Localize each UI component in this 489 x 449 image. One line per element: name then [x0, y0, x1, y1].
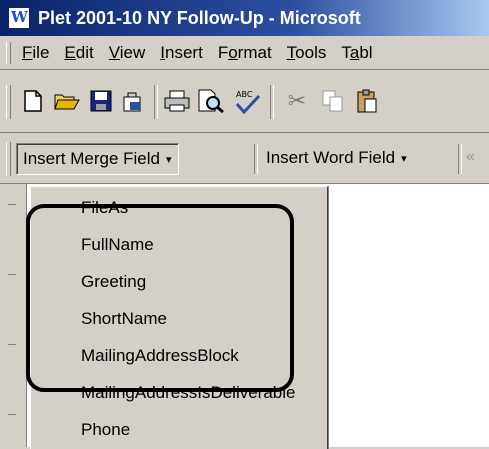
standard-toolbar: ABC ✂ — [0, 71, 489, 133]
permission-icon[interactable] — [118, 85, 148, 117]
mergebar-grip-handle[interactable] — [6, 142, 11, 176]
insert-merge-field-button[interactable]: Insert Merge Field ▾ — [16, 143, 179, 175]
title-bar: Plet 2001-10 NY Follow-Up - Microsoft — [0, 0, 489, 36]
merge-field-item-mailingaddressblock[interactable]: MailingAddressBlock — [31, 337, 327, 375]
toolbar-separator — [154, 85, 158, 119]
merge-field-dropdown: FileAs FullName Greeting ShortName Maili… — [30, 186, 328, 449]
menu-insert[interactable]: Insert — [160, 43, 203, 63]
save-icon[interactable] — [86, 85, 116, 117]
window-title: Plet 2001-10 NY Follow-Up - Microsoft — [38, 7, 361, 28]
toolbar-separator — [270, 85, 274, 119]
insert-merge-field-label: Insert Merge Field — [23, 149, 160, 168]
spelling-icon[interactable]: ABC — [232, 85, 262, 117]
menu-table[interactable]: Tabl — [341, 43, 372, 63]
mail-merge-toolbar: Insert Merge Field ▾ Insert Word Field ▾… — [0, 134, 489, 184]
menu-view[interactable]: View — [109, 43, 146, 63]
menu-file[interactable]: File — [22, 43, 49, 63]
merge-field-item-mailingaddressisdeliverable[interactable]: MailingAddressIsDeliverable — [31, 374, 327, 412]
chevron-down-icon: ▾ — [401, 152, 407, 165]
merge-field-item-fullname[interactable]: FullName — [31, 226, 327, 264]
cut-icon[interactable]: ✂ — [282, 85, 312, 117]
toolbar-grip-handle[interactable] — [6, 85, 11, 119]
paste-icon[interactable] — [352, 85, 382, 117]
field-codes-icon[interactable]: « — [466, 148, 475, 166]
ruler-tick — [8, 274, 16, 275]
merge-field-item-shortname[interactable]: ShortName — [31, 300, 327, 338]
insert-word-field-label: Insert Word Field — [266, 148, 396, 167]
print-icon[interactable] — [162, 85, 192, 117]
menu-bar: File Edit View Insert Format Tools Tabl — [0, 36, 489, 70]
ruler-tick — [8, 414, 16, 415]
chevron-down-icon: ▾ — [166, 153, 172, 166]
merge-field-item-greeting[interactable]: Greeting — [31, 263, 327, 301]
menu-edit[interactable]: Edit — [64, 43, 93, 63]
open-folder-icon[interactable] — [52, 85, 82, 117]
menubar-grip-handle[interactable] — [6, 42, 11, 64]
toolbar-separator — [458, 144, 462, 174]
print-preview-icon[interactable] — [196, 85, 226, 117]
toolbar-separator — [254, 144, 258, 174]
word-icon[interactable] — [8, 7, 30, 29]
new-document-icon[interactable] — [18, 85, 48, 117]
vertical-ruler — [0, 184, 27, 447]
merge-field-item-phone[interactable]: Phone — [31, 411, 327, 449]
svg-text:ABC: ABC — [236, 90, 253, 99]
insert-word-field-button[interactable]: Insert Word Field ▾ — [260, 143, 413, 173]
merge-field-item-fileas[interactable]: FileAs — [31, 189, 327, 227]
menu-tools[interactable]: Tools — [287, 43, 327, 63]
menu-format[interactable]: Format — [218, 43, 272, 63]
ruler-tick — [8, 344, 16, 345]
copy-icon[interactable] — [318, 85, 348, 117]
ruler-tick — [8, 204, 16, 205]
